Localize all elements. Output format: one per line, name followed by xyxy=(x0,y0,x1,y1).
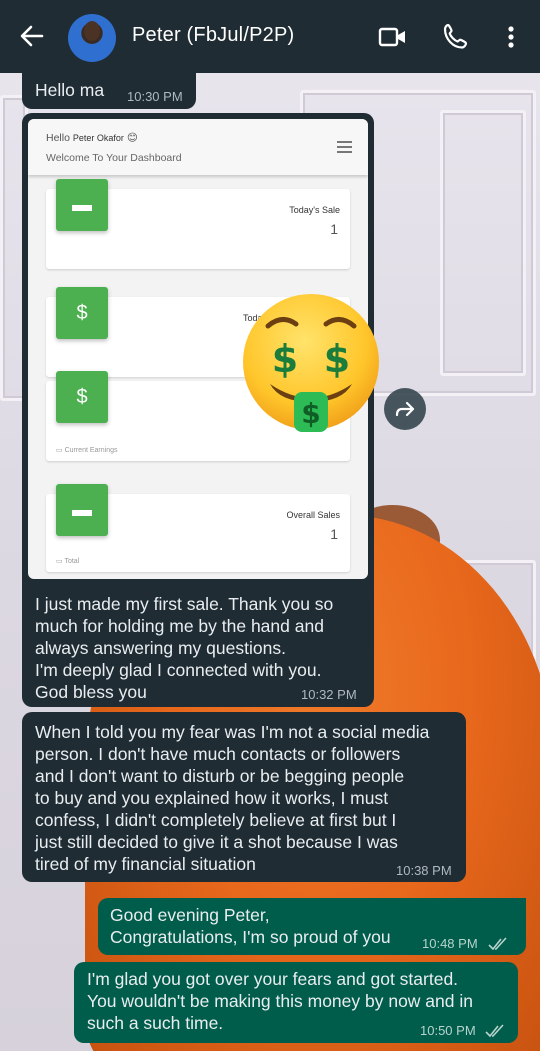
dashboard-header: Hello Peter Okafor 😊 Welcome To Your Das… xyxy=(28,119,368,175)
video-call-icon[interactable] xyxy=(378,22,408,52)
message-time: 10:38 PM xyxy=(396,863,452,878)
back-arrow-icon[interactable] xyxy=(18,22,46,50)
dashboard-greeting: Hello Peter Okafor 😊 xyxy=(46,132,138,144)
outgoing-message[interactable]: Good evening Peter, Congratulations, I'm… xyxy=(98,898,526,955)
message-time: 10:50 PM xyxy=(420,1023,476,1038)
card-label: Overall Sales xyxy=(286,510,340,520)
outgoing-message[interactable]: I'm glad you got over your fears and got… xyxy=(74,962,518,1043)
forward-button[interactable] xyxy=(384,388,426,430)
dashboard-welcome: Welcome To Your Dashboard xyxy=(46,152,182,164)
message-time: 10:48 PM xyxy=(422,936,478,951)
store-icon: ▬ xyxy=(56,179,108,231)
message-text: Good evening Peter, Congratulations, I'm… xyxy=(110,905,391,947)
store-icon: ▬ xyxy=(56,484,108,536)
hamburger-menu-icon xyxy=(337,141,352,156)
message-text: I'm glad you got over your fears and got… xyxy=(87,969,473,1033)
svg-text:$: $ xyxy=(272,337,298,381)
card-label: Today's Sale xyxy=(289,205,340,215)
contact-name[interactable]: Peter (FbJul/P2P) xyxy=(132,24,294,47)
incoming-message[interactable]: When I told you my fear was I'm not a so… xyxy=(22,712,466,882)
card-footer: ▭ Current Earnings xyxy=(56,447,118,454)
message-text: When I told you my fear was I'm not a so… xyxy=(35,722,430,874)
money-mouth-face-emoji: $ $ $ xyxy=(243,294,379,432)
message-time: 10:32 PM xyxy=(301,687,357,702)
image-caption: I just made my first sale. Thank you so … xyxy=(35,594,334,702)
read-receipt-icon xyxy=(485,1024,504,1038)
smile-emoji-icon: 😊 xyxy=(126,132,138,144)
more-vertical-icon[interactable] xyxy=(497,22,525,52)
chat-header: Peter (FbJul/P2P) xyxy=(0,0,540,73)
forward-icon xyxy=(395,401,415,417)
svg-text:$: $ xyxy=(324,337,350,381)
message-text: Hello ma xyxy=(35,80,105,100)
svg-text:$: $ xyxy=(301,397,320,430)
avatar[interactable] xyxy=(68,14,116,62)
dollar-icon: $ xyxy=(56,371,108,423)
phone-icon[interactable] xyxy=(441,22,471,52)
read-receipt-icon xyxy=(488,937,507,951)
card-value: 1 xyxy=(330,526,338,542)
dollar-icon: $ xyxy=(56,287,108,339)
message-time: 10:30 PM xyxy=(127,89,183,104)
card-value: 1 xyxy=(330,221,338,237)
stat-card: ▬ Overall Sales 1 ▭ Total xyxy=(46,484,350,572)
card-footer: ▭ Total xyxy=(56,558,80,565)
incoming-message[interactable]: Hello ma 10:30 PM xyxy=(22,73,196,109)
stat-card: ▬ Today's Sale 1 xyxy=(46,179,350,269)
wall-panel xyxy=(440,110,526,376)
